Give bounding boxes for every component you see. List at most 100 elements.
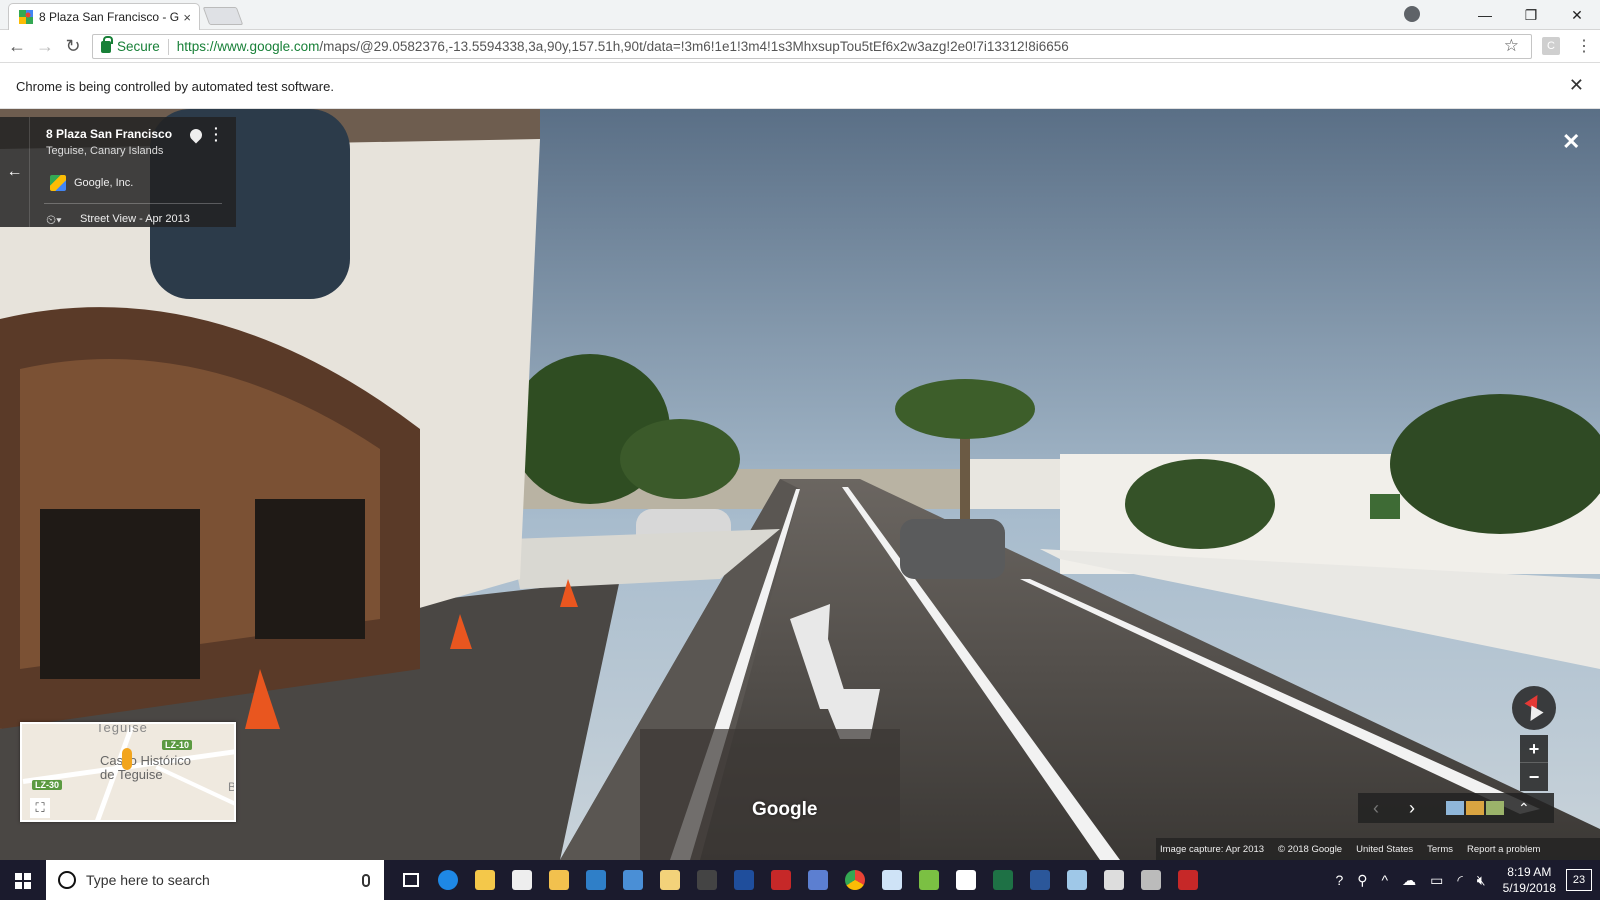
- thumbnail-2[interactable]: [1466, 801, 1484, 815]
- restore-button[interactable]: ❐: [1508, 7, 1554, 24]
- image-capture-date: Image capture: Apr 2013: [1160, 843, 1265, 855]
- image-provider: Google, Inc.: [74, 177, 134, 189]
- tab-title: 8 Plaza San Francisco - G: [39, 10, 180, 24]
- street-view-date: Street View - Apr 2013: [80, 213, 190, 225]
- compass-icon[interactable]: [1512, 686, 1556, 730]
- address-bar[interactable]: Secure https://www.google.com/maps/@29.0…: [92, 34, 1532, 59]
- thumbnail-1[interactable]: [1446, 801, 1464, 815]
- map-pin-icon[interactable]: [187, 126, 205, 144]
- help-icon[interactable]: ?: [1335, 872, 1343, 888]
- remote-desktop-icon[interactable]: [799, 860, 836, 900]
- minimize-button[interactable]: —: [1462, 7, 1508, 23]
- browser-toolbar: ← → ↻ Secure https://www.google.com/maps…: [0, 30, 1600, 63]
- filmstrip-prev-icon[interactable]: ‹: [1358, 798, 1394, 819]
- filezilla-icon[interactable]: [1169, 860, 1206, 900]
- windows-start-icon[interactable]: [0, 860, 46, 900]
- chrome-menu-icon[interactable]: ⋮: [1576, 36, 1592, 56]
- network-icon[interactable]: [614, 860, 651, 900]
- place-info-card: ← 8 Plaza San Francisco Teguise, Canary …: [0, 117, 236, 227]
- window-close-button[interactable]: ✕: [1554, 7, 1600, 24]
- forward-arrow-icon[interactable]: →: [34, 36, 56, 56]
- automation-infobar: Chrome is being controlled by automated …: [0, 63, 1600, 109]
- battery-icon[interactable]: ▭: [1430, 872, 1443, 889]
- google-maps-favicon-icon: [19, 10, 33, 24]
- word-icon[interactable]: [1021, 860, 1058, 900]
- notification-center-icon[interactable]: 23: [1566, 869, 1592, 891]
- zoom-controls: + −: [1520, 735, 1548, 791]
- tray-time: 8:19 AM: [1507, 865, 1552, 879]
- reload-icon[interactable]: ↻: [62, 36, 84, 56]
- road-badge-lz10: LZ-10: [162, 740, 193, 750]
- edge-icon[interactable]: [429, 860, 466, 900]
- report-problem-link[interactable]: Report a problem: [1467, 844, 1540, 855]
- tab-close-icon[interactable]: ×: [183, 10, 191, 25]
- photo-filmstrip: ‹ › ⌃: [1358, 793, 1554, 823]
- spreadsheet-app-icon[interactable]: [910, 860, 947, 900]
- game-icon[interactable]: [762, 860, 799, 900]
- filmstrip-thumbnails[interactable]: [1446, 801, 1504, 815]
- google-maps-logo-icon: [50, 175, 66, 191]
- tool-icon[interactable]: [688, 860, 725, 900]
- terms-link[interactable]: Terms: [1427, 844, 1453, 855]
- chrome-icon[interactable]: [836, 860, 873, 900]
- people-icon[interactable]: ⚲: [1357, 872, 1367, 889]
- notepad-icon[interactable]: [873, 860, 910, 900]
- folder-icon[interactable]: [540, 860, 577, 900]
- secure-label: Secure: [117, 39, 160, 54]
- task-view-icon[interactable]: [392, 860, 429, 900]
- mail-icon[interactable]: [947, 860, 984, 900]
- url-host: https://www.google.com: [176, 39, 320, 54]
- profile-icon[interactable]: [1404, 6, 1420, 22]
- outlook-icon[interactable]: [577, 860, 614, 900]
- cloud-icon[interactable]: ☁: [1402, 872, 1416, 889]
- street-view-close-button[interactable]: ✕: [1562, 129, 1580, 155]
- filmstrip-next-icon[interactable]: ›: [1394, 798, 1430, 819]
- monitor-icon[interactable]: [1132, 860, 1169, 900]
- bookmark-star-icon[interactable]: ☆: [1504, 36, 1519, 56]
- place-subtitle: Teguise, Canary Islands: [46, 145, 164, 157]
- expand-map-icon[interactable]: ⛶: [30, 798, 50, 818]
- tray-overflow-icon[interactable]: ^: [1382, 872, 1389, 888]
- card-divider: [44, 203, 222, 204]
- map-town-label: Teguise: [96, 722, 148, 735]
- volume-muted-icon[interactable]: 🔇︎: [1477, 872, 1486, 889]
- documents-icon[interactable]: [651, 860, 688, 900]
- extension-icon[interactable]: C: [1542, 37, 1560, 55]
- tray-clock[interactable]: 8:19 AM 5/19/2018: [1503, 864, 1556, 896]
- powershell-icon[interactable]: [725, 860, 762, 900]
- microphone-icon[interactable]: [362, 873, 370, 887]
- infobar-close-icon[interactable]: ✕: [1569, 75, 1584, 96]
- notebook-icon[interactable]: [1058, 860, 1095, 900]
- taskbar-apps: [392, 860, 1206, 900]
- pegman-icon[interactable]: [122, 748, 132, 770]
- browser-tab-strip: 8 Plaza San Francisco - G × — ❐ ✕: [0, 0, 1600, 30]
- place-title: 8 Plaza San Francisco: [46, 127, 173, 141]
- zoom-in-button[interactable]: +: [1520, 735, 1548, 763]
- mini-map[interactable]: Teguise Casco Histórico de Teguise LZ-10…: [20, 722, 236, 822]
- photos-icon[interactable]: [1095, 860, 1132, 900]
- file-explorer-icon[interactable]: [466, 860, 503, 900]
- region-link[interactable]: United States: [1356, 844, 1413, 855]
- filmstrip-expand-icon[interactable]: ⌃: [1518, 800, 1530, 817]
- infobar-message: Chrome is being controlled by automated …: [16, 79, 334, 94]
- google-watermark: Google: [752, 799, 818, 820]
- map-edge-label: B: [228, 780, 236, 794]
- store-icon[interactable]: [503, 860, 540, 900]
- window-controls: — ❐ ✕: [1462, 0, 1600, 30]
- system-tray: ? ⚲ ^ ☁ ▭ ◜ 🔇︎ 8:19 AM 5/19/2018 23: [1328, 860, 1600, 900]
- back-arrow-icon[interactable]: ←: [0, 117, 30, 227]
- thumbnail-3[interactable]: [1486, 801, 1504, 815]
- excel-icon[interactable]: [984, 860, 1021, 900]
- more-options-icon[interactable]: · · ·: [214, 121, 219, 147]
- browser-tab-maps[interactable]: 8 Plaza San Francisco - G ×: [8, 3, 200, 30]
- tray-date: 5/19/2018: [1502, 881, 1556, 895]
- wifi-icon[interactable]: ◜: [1457, 872, 1462, 889]
- time-travel-clock-icon[interactable]: ⏲▾: [46, 212, 62, 228]
- street-view-panorama[interactable]: ← 8 Plaza San Francisco Teguise, Canary …: [0, 109, 1600, 860]
- search-placeholder: Type here to search: [86, 872, 210, 888]
- map-footer: Image capture: Apr 2013 © 2018 Google Un…: [1156, 838, 1600, 860]
- zoom-out-button[interactable]: −: [1520, 763, 1548, 791]
- taskbar-search-box[interactable]: Type here to search: [46, 860, 384, 900]
- new-tab-button[interactable]: [202, 7, 244, 25]
- back-arrow-icon[interactable]: ←: [6, 36, 28, 56]
